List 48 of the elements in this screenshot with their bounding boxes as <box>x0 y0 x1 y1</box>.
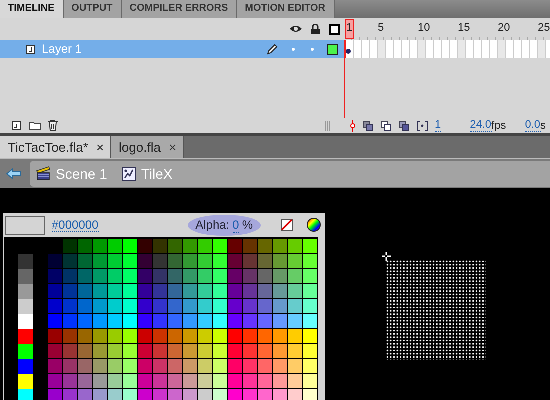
lock-icon[interactable] <box>311 24 320 34</box>
frame-rate-field[interactable]: 24.0 <box>470 120 492 132</box>
frame-number: 25 <box>538 21 550 34</box>
new-layer-icon[interactable] <box>12 120 22 130</box>
outline-color-icon[interactable] <box>327 44 338 54</box>
outline-icon[interactable] <box>329 24 340 34</box>
clapperboard-icon <box>36 166 51 181</box>
color-wheel-icon[interactable] <box>307 218 321 232</box>
pencil-icon <box>267 44 278 54</box>
folder-icon[interactable] <box>29 121 41 130</box>
breadcrumb-link[interactable]: Scene 1 <box>56 166 108 182</box>
alpha-control[interactable]: Alpha: 0 % <box>188 214 261 236</box>
current-frame-field[interactable]: 1 <box>434 120 442 132</box>
panel-tab[interactable]: OUTPUT <box>64 0 122 18</box>
panel-tab[interactable]: MOTION EDITOR <box>237 0 334 18</box>
no-color-icon[interactable] <box>281 219 293 231</box>
hex-value-link[interactable]: #000000 <box>52 218 99 232</box>
elapsed-time-field[interactable]: 0.0 <box>525 120 540 132</box>
crosshair-cursor-icon <box>382 252 391 261</box>
symbol-icon <box>122 166 136 180</box>
color-preview <box>5 216 45 234</box>
playhead[interactable]: 1 <box>345 19 354 39</box>
onion-outline-icon[interactable] <box>380 120 392 130</box>
center-frame-icon[interactable] <box>350 120 356 132</box>
frame-number: 5 <box>378 21 386 34</box>
frame-rate-unit: fps <box>492 120 506 132</box>
edit-frames-icon[interactable] <box>398 120 410 130</box>
frame-number: 10 <box>418 21 432 34</box>
keyframe-icon[interactable] <box>346 49 351 54</box>
onion-skin-icon[interactable] <box>362 120 374 130</box>
back-arrow-icon[interactable] <box>6 168 22 180</box>
lock-dot-icon[interactable] <box>311 48 314 50</box>
onion-markers-icon[interactable] <box>416 120 428 130</box>
layer-icon <box>26 44 36 54</box>
frame-number: 20 <box>498 21 512 34</box>
close-button[interactable]: × <box>96 140 104 154</box>
close-button[interactable]: × <box>168 140 177 154</box>
trash-icon[interactable] <box>48 120 58 131</box>
document-tab[interactable]: TicTacToe.fla* × <box>0 136 112 158</box>
eye-icon[interactable] <box>290 25 302 33</box>
document-tab[interactable]: logo.fla × <box>111 136 184 158</box>
panel-tab[interactable]: TIMELINE <box>0 0 64 18</box>
elapsed-time-unit: s <box>540 120 546 132</box>
panel-tab[interactable]: COMPILER ERRORS <box>122 0 238 18</box>
visible-dot-icon[interactable] <box>292 48 295 50</box>
frame-number: 15 <box>458 21 472 34</box>
resize-grip-icon[interactable] <box>324 120 331 130</box>
breadcrumb-link[interactable]: TileX <box>141 166 173 182</box>
